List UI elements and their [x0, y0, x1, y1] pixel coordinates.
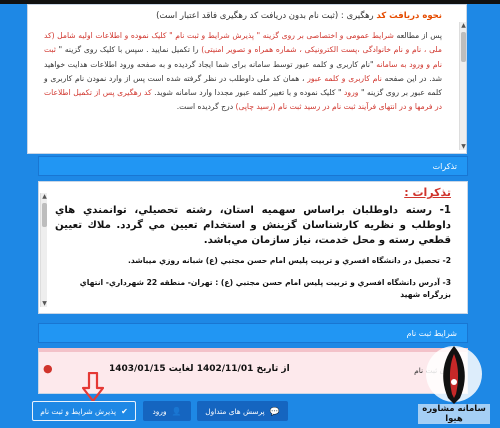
instruction-text: " کلیک نموده و با تغییر کلمه عبور مجددا …	[151, 88, 345, 98]
login-button[interactable]: 👤 ورود	[143, 401, 191, 421]
scroll-thumb[interactable]	[42, 203, 47, 227]
note-item-3: 3- آدرس دانشگاه افسري و تربيت پليس امام …	[79, 278, 451, 299]
tracking-code-title: نحوه دریافت کد رهگیری : (ثبت نام بدون در…	[44, 9, 442, 23]
alert-icon: ●	[43, 362, 53, 375]
notes-title: تذکرات :	[404, 186, 451, 199]
logo-text: سامانه مشاوره هیوا	[418, 404, 490, 424]
scroll-up-arrow-icon[interactable]: ▲	[41, 193, 48, 200]
instruction-highlight-text: نام کاربری و کلمه عبور	[307, 73, 382, 83]
notes-panel: تذکرات : 1- رسته داوطلبان براساس سهميه ا…	[38, 181, 468, 314]
user-icon: 👤	[171, 406, 182, 416]
tracking-code-panel: نحوه دریافت کد رهگیری : (ثبت نام بدون در…	[27, 4, 467, 154]
registration-period-dates: از تاریخ 1402/11/01 لغایت 1403/01/15	[109, 364, 290, 374]
scroll-down-arrow-icon[interactable]: ▼	[460, 143, 467, 150]
instruction-highlight-text: ورود	[344, 88, 359, 98]
scroll-thumb[interactable]	[461, 32, 466, 62]
notes-panel-scrollbar[interactable]: ▲ ▼	[40, 193, 47, 307]
faq-button[interactable]: 💬 پرسش های متداول	[197, 401, 288, 421]
scroll-up-arrow-icon[interactable]: ▲	[460, 22, 467, 29]
tracking-code-instructions: پس از مطالعه شرایط عمومی و اختصاصی بر رو…	[44, 29, 442, 115]
login-button-label: ورود	[152, 406, 167, 416]
tracking-panel-scrollbar[interactable]: ▲ ▼	[459, 22, 466, 150]
registration-conditions-header: شرایط ثبت نام	[38, 323, 468, 343]
tracking-code-title-rest: رهگیری : (ثبت نام بدون دریافت کد رهگیری …	[156, 11, 377, 21]
pen-nib-logo-icon	[426, 346, 482, 404]
chat-bubbles-icon: 💬	[269, 406, 280, 416]
tracking-code-title-bold: نحوه دریافت کد	[376, 11, 442, 21]
instruction-text: درج گردیده است.	[176, 102, 236, 112]
note-item-1: 1- رسته داوطلبان براساس سهميه استان، رشت…	[55, 205, 451, 246]
instruction-text: را تکمیل نمایید . سپس با کلیک روی گزینه …	[55, 45, 202, 55]
checkmark-icon: ✔	[121, 406, 128, 416]
notes-section-header: تذکرات	[38, 156, 468, 176]
accept-button-label: پذیرش شرایط و ثبت نام	[40, 406, 117, 416]
red-arrow-pointer-icon	[82, 372, 104, 402]
site-watermark-logo: سامانه مشاوره هیوا	[418, 340, 490, 426]
instruction-text: پس از مطالعه	[393, 31, 442, 40]
faq-button-label: پرسش های متداول	[205, 406, 265, 416]
instruction-highlight-text: شرایط عمومی و اختصاصی بر روی گزینه " پذی…	[78, 31, 394, 40]
note-item-2: 2- تحصيل در دانشگاه افسري و تربيت پليس ا…	[127, 256, 451, 265]
accept-terms-and-register-button[interactable]: ✔ پذیرش شرایط و ثبت نام	[32, 401, 136, 421]
scroll-down-arrow-icon[interactable]: ▼	[41, 300, 48, 307]
